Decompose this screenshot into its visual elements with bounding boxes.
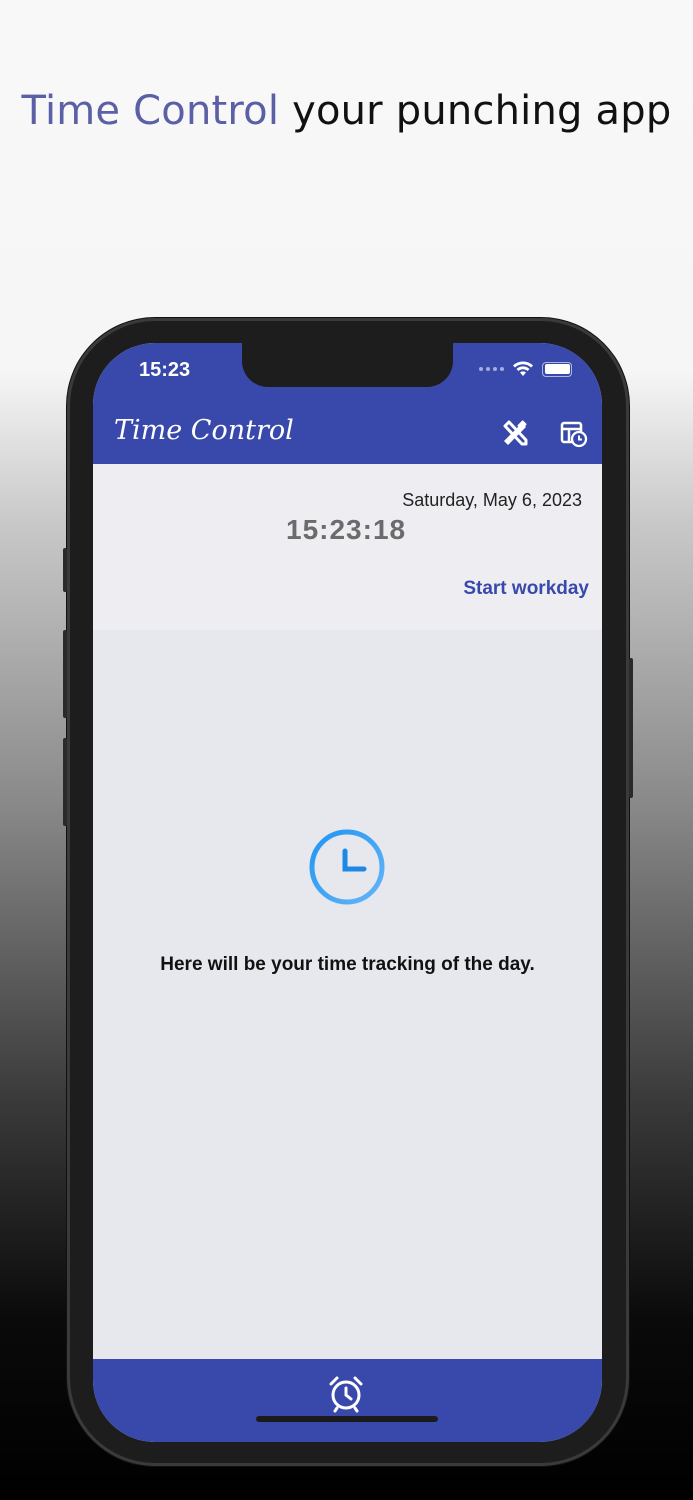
- status-time: 15:23: [139, 359, 191, 381]
- day-header: Saturday, May 6, 2023 15:23:18 Start wor…: [93, 464, 602, 630]
- status-icons: [479, 361, 572, 377]
- clock-icon: [309, 829, 385, 905]
- tools-icon[interactable]: [500, 419, 530, 449]
- app-screen: 15:23 Time Control Saturday, May 6, 2023…: [93, 343, 602, 1442]
- home-indicator[interactable]: [256, 1416, 438, 1422]
- bottom-bar: [93, 1359, 602, 1442]
- empty-state-text: Here will be your time tracking of the d…: [160, 954, 535, 975]
- live-clock: 15:23:18: [286, 514, 407, 545]
- signal-dots-icon: [479, 367, 504, 371]
- calendar-clock-icon[interactable]: [558, 419, 588, 449]
- headline-accent: Time Control: [21, 88, 280, 134]
- app-title: Time Control: [114, 415, 294, 446]
- headline-rest: your punching app: [279, 88, 672, 134]
- notch: [242, 343, 453, 387]
- battery-icon: [542, 361, 572, 377]
- current-date: Saturday, May 6, 2023: [402, 490, 582, 510]
- wifi-icon: [513, 361, 533, 376]
- alarm-clock-icon[interactable]: [326, 1373, 366, 1413]
- promo-headline: Time Control your punching app: [0, 88, 693, 134]
- app-bar: Time Control: [93, 405, 602, 464]
- status-bar: 15:23: [93, 343, 602, 405]
- start-workday-button[interactable]: Start workday: [463, 578, 589, 600]
